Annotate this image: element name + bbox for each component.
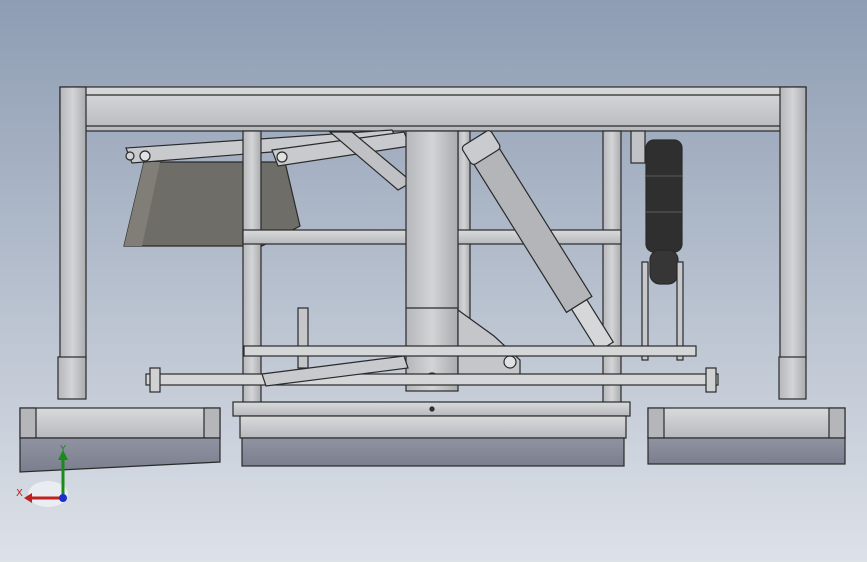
blade-housing-right: [647, 407, 846, 439]
left-outer-leg: [59, 86, 87, 360]
right-leg-foot: [778, 356, 807, 400]
bracket-pin: [503, 355, 517, 369]
housing-end-cap: [19, 407, 37, 439]
bellows-bracket: [630, 130, 646, 164]
axis-y-label: Y: [59, 444, 67, 455]
blade-housing-left: [19, 407, 221, 439]
rubber-bellows-lower: [649, 249, 679, 285]
inner-post-left: [242, 130, 262, 412]
shaft-collar: [705, 367, 717, 393]
housing-end-cap: [203, 407, 221, 439]
shaft-collar: [149, 367, 161, 393]
pivot-pin: [139, 150, 151, 162]
inner-post-right: [602, 130, 622, 412]
right-outer-leg: [779, 86, 807, 360]
blade-center: [241, 437, 625, 467]
lower-shaft: [145, 373, 719, 386]
blade-right: [647, 437, 846, 465]
housing-end-cap: [647, 407, 665, 439]
blade-housing-center: [239, 415, 627, 439]
axis-z-dot: [59, 494, 67, 502]
hanger-rod: [676, 261, 684, 361]
cad-viewport[interactable]: Y X: [0, 0, 867, 562]
pivot-pin: [276, 151, 288, 163]
lever-arm: [297, 307, 309, 369]
housing-end-cap: [828, 407, 846, 439]
left-leg-foot: [57, 356, 87, 400]
rubber-bellows: [645, 139, 683, 253]
upper-shaft: [243, 345, 697, 357]
top-frame-beam: [59, 86, 807, 132]
axis-x-label: X: [16, 488, 23, 499]
hanger-rod: [641, 261, 649, 361]
rail-bolt: [429, 406, 435, 412]
pivot-pin: [125, 151, 135, 161]
